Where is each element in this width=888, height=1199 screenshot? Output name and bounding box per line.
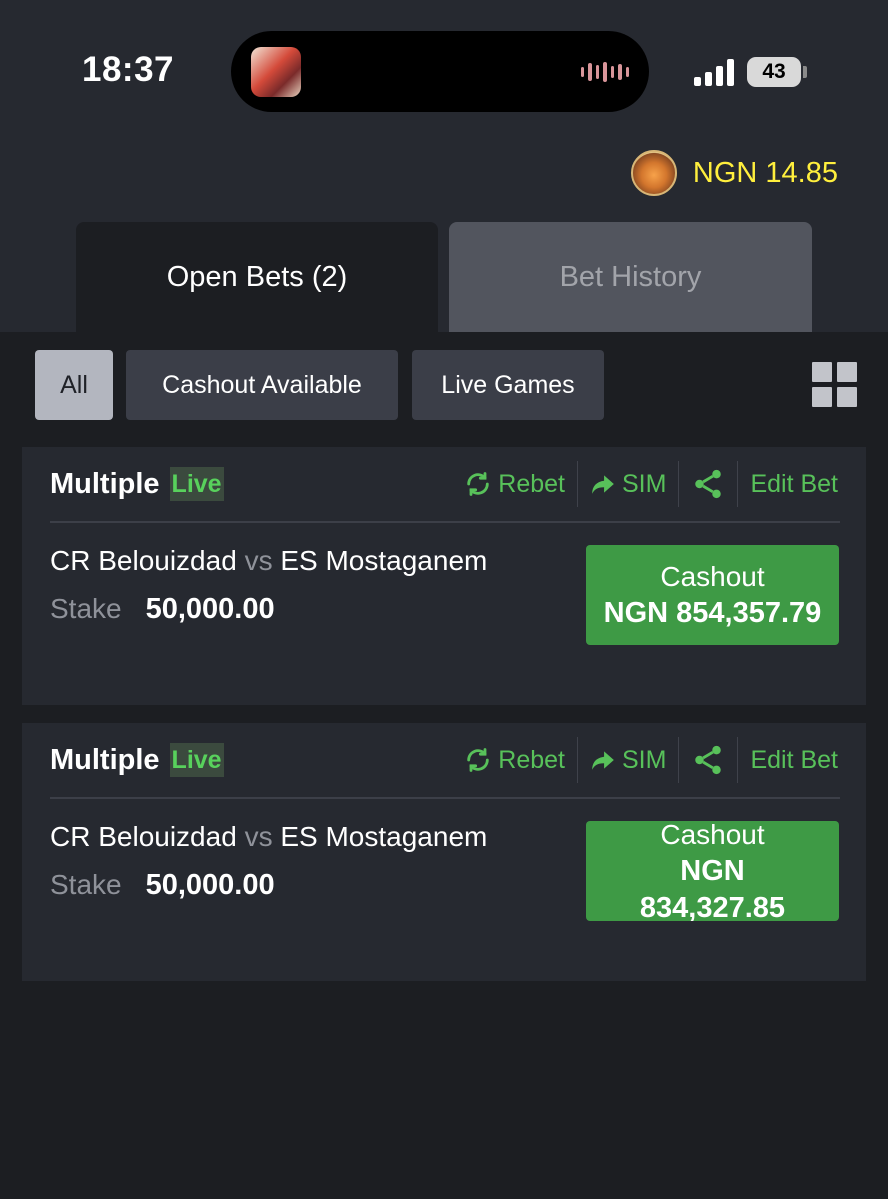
bet-type-title: Multiple: [50, 743, 160, 776]
rebet-label: Rebet: [498, 745, 565, 774]
grid-view-icon[interactable]: [812, 362, 858, 408]
action-divider: [576, 737, 578, 783]
cashout-amount: NGN 854,357.79: [603, 597, 822, 629]
stake-label: Stake: [50, 869, 122, 900]
filter-all-button[interactable]: All: [35, 350, 113, 420]
cashout-button[interactable]: Cashout NGN 834,327.85: [586, 821, 839, 921]
forward-arrow-icon: [592, 475, 614, 494]
match-name[interactable]: CR Belouizdad vs ES Mostaganem: [50, 545, 487, 577]
coin-icon: [630, 150, 677, 196]
bet-actions: Rebet SIM Edit Bet: [464, 735, 838, 785]
status-time: 18:37: [82, 50, 175, 89]
edit-bet-label: Edit Bet: [750, 745, 838, 774]
edit-bet-button[interactable]: Edit Bet: [750, 746, 838, 775]
balance-amount: NGN 14.85: [692, 156, 838, 189]
share-button[interactable]: [691, 467, 725, 501]
bet-header: Multiple Live: [50, 459, 224, 509]
card-divider: [50, 797, 840, 799]
stake-label: Stake: [50, 593, 122, 624]
tab-open-bets[interactable]: Open Bets (2): [76, 222, 438, 332]
share-button[interactable]: [691, 743, 725, 777]
rebet-button[interactable]: Rebet: [464, 746, 565, 775]
dynamic-island[interactable]: [231, 31, 649, 112]
rebet-label: Rebet: [498, 469, 565, 498]
cashout-label: Cashout: [660, 821, 765, 850]
status-bar: 18:37 43: [0, 0, 888, 140]
live-badge: Live: [169, 467, 224, 501]
refresh-icon: [467, 748, 489, 772]
vs-label: vs: [244, 545, 273, 576]
cellular-signal-icon: [694, 58, 736, 86]
audio-waveform-icon: [581, 61, 629, 83]
stake-row: Stake 50,000.00: [50, 593, 275, 626]
sim-button[interactable]: SIM: [590, 746, 666, 775]
wallet-balance[interactable]: NGN 14.85: [630, 150, 838, 196]
bet-card: Multiple Live Rebet SIM Edit Bet CR Belo…: [22, 447, 866, 705]
action-divider: [678, 461, 680, 507]
share-icon: [695, 469, 722, 499]
stake-value: 50,000.00: [145, 869, 275, 901]
sim-label: SIM: [621, 745, 667, 774]
match-name[interactable]: CR Belouizdad vs ES Mostaganem: [50, 821, 487, 853]
action-divider: [576, 461, 578, 507]
cashout-amount: NGN 834,327.85: [639, 854, 786, 922]
away-team: ES Mostaganem: [280, 821, 488, 852]
bet-card: Multiple Live Rebet SIM Edit Bet CR Belo…: [22, 723, 866, 981]
forward-arrow-icon: [592, 751, 614, 770]
stake-value: 50,000.00: [145, 593, 275, 625]
action-divider: [737, 461, 739, 507]
vs-label: vs: [244, 821, 273, 852]
tab-bet-history[interactable]: Bet History: [449, 222, 812, 332]
battery-tip: [803, 66, 807, 78]
cashout-button[interactable]: Cashout NGN 854,357.79: [586, 545, 839, 645]
edit-bet-button[interactable]: Edit Bet: [750, 470, 838, 499]
stake-row: Stake 50,000.00: [50, 869, 275, 902]
rebet-button[interactable]: Rebet: [464, 470, 565, 499]
home-team: CR Belouizdad: [50, 821, 237, 852]
sim-button[interactable]: SIM: [590, 470, 666, 499]
sim-label: SIM: [621, 469, 667, 498]
bet-actions: Rebet SIM Edit Bet: [464, 459, 838, 509]
now-playing-artwork: [251, 47, 301, 97]
edit-bet-label: Edit Bet: [750, 469, 838, 498]
away-team: ES Mostaganem: [280, 545, 488, 576]
filter-cashout-available-button[interactable]: Cashout Available: [126, 350, 398, 420]
home-team: CR Belouizdad: [50, 545, 237, 576]
cashout-label: Cashout: [660, 561, 765, 592]
refresh-icon: [467, 472, 489, 496]
action-divider: [737, 737, 739, 783]
live-badge: Live: [169, 743, 224, 777]
bet-type-title: Multiple: [50, 467, 160, 500]
card-divider: [50, 521, 840, 523]
filter-live-games-button[interactable]: Live Games: [412, 350, 604, 420]
share-icon: [695, 745, 722, 775]
battery-icon: 43: [747, 57, 801, 87]
action-divider: [678, 737, 680, 783]
bet-header: Multiple Live: [50, 735, 224, 785]
